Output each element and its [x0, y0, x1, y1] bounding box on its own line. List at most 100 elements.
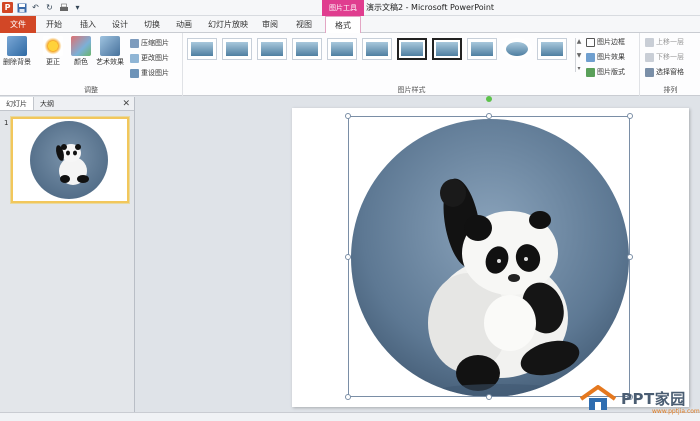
tab-slides[interactable]: 幻灯片 [0, 97, 34, 110]
resize-handle[interactable] [345, 113, 351, 119]
picture-layout-label: 图片版式 [597, 68, 625, 76]
artistic-effects-button[interactable]: 艺术效果 [94, 36, 126, 67]
artistic-effects-icon [100, 36, 120, 56]
tab-design[interactable]: 设计 [106, 16, 134, 33]
slide-thumbnail[interactable] [11, 117, 129, 203]
resize-handle[interactable] [627, 113, 633, 119]
picture-layout-button[interactable]: 图片版式 [586, 67, 625, 77]
compress-icon [130, 38, 139, 48]
style-thumb[interactable] [222, 38, 252, 60]
style-thumb[interactable] [397, 38, 427, 60]
adjust-group-label: 调整 [84, 86, 98, 94]
picture-styles-group-label: 图片样式 [397, 86, 426, 94]
resize-handle[interactable] [345, 394, 351, 400]
selection-pane-button[interactable]: 选择窗格 [645, 67, 684, 77]
close-icon[interactable]: ✕ [122, 97, 130, 111]
color-button[interactable]: 颜色 [66, 36, 96, 67]
bring-forward-button[interactable]: 上移一层 [645, 37, 684, 47]
undo-icon[interactable]: ↶ [30, 2, 41, 13]
selection-pane-icon [645, 67, 654, 77]
powerpoint-app-icon[interactable]: P [2, 2, 13, 13]
arrange-group: 上移一层 下移一层 选择窗格 排列 [641, 33, 700, 96]
style-thumb[interactable] [362, 38, 392, 60]
gallery-scroll[interactable]: ▲ ▼ ▾ [575, 38, 582, 72]
send-backward-button[interactable]: 下移一层 [645, 52, 684, 62]
style-thumb[interactable] [292, 38, 322, 60]
change-picture-button[interactable]: 更改图片 [130, 53, 169, 63]
tab-format[interactable]: 格式 [325, 16, 361, 34]
layout-icon [586, 67, 595, 77]
picture-effects-label: 图片效果 [597, 53, 625, 61]
picture-styles-gallery [187, 38, 567, 60]
pane-tabs: 幻灯片 大纲 ✕ [0, 97, 134, 111]
slide-thumbnail-picture [30, 121, 108, 199]
effects-icon [586, 52, 595, 62]
send-backward-label: 下移一层 [656, 53, 684, 61]
tab-view[interactable]: 视图 [290, 16, 318, 33]
house-logo-icon [579, 385, 617, 410]
print-icon[interactable] [58, 2, 69, 13]
slide-number: 1 [4, 119, 9, 127]
color-icon [71, 36, 91, 56]
tab-slideshow[interactable]: 幻灯片放映 [204, 16, 252, 33]
save-icon[interactable] [16, 2, 27, 13]
color-label: 颜色 [74, 58, 88, 66]
slides-pane: 幻灯片 大纲 ✕ 1 [0, 97, 135, 421]
resize-handle[interactable] [345, 254, 351, 260]
watermark-text: PPT家园 [621, 389, 686, 408]
style-thumb[interactable] [432, 38, 462, 60]
remove-background-label: 删除背景 [3, 58, 31, 66]
tab-file[interactable]: 文件 [0, 16, 36, 33]
picture-border-label: 图片边框 [597, 38, 625, 46]
style-thumb[interactable] [502, 38, 532, 60]
send-backward-icon [645, 52, 654, 62]
resize-handle[interactable] [486, 394, 492, 400]
gallery-down-icon[interactable]: ▼ [576, 52, 582, 59]
tab-review[interactable]: 审阅 [256, 16, 284, 33]
tab-animations[interactable]: 动画 [170, 16, 198, 33]
picture-styles-group: ▲ ▼ ▾ 图片边框 图片效果 图片版式 图片样式 [184, 33, 640, 96]
reset-picture-button[interactable]: 重设图片 [130, 68, 169, 78]
tab-home[interactable]: 开始 [40, 16, 68, 33]
change-picture-label: 更改图片 [141, 54, 169, 62]
customize-qat-icon[interactable]: ▾ [72, 2, 83, 13]
sun-icon [43, 36, 63, 56]
window-title: 演示文稿2 - Microsoft PowerPoint [366, 3, 495, 12]
redo-icon[interactable]: ↻ [44, 2, 55, 13]
picture-selection-frame[interactable] [348, 116, 630, 397]
corrections-button[interactable]: 更正 [38, 36, 68, 67]
adjust-group: 删除背景 更正 颜色 艺术效果 压缩图片 更改图片 重设图片 调整 [0, 33, 183, 96]
rotation-handle[interactable] [486, 96, 492, 102]
picture-tools-context-label: 图片工具 [322, 0, 364, 16]
corrections-label: 更正 [46, 58, 60, 66]
resize-handle[interactable] [627, 254, 633, 260]
remove-background-button[interactable]: 删除背景 [2, 36, 32, 67]
title-bar: P ↶ ↻ ▾ 图片工具 演示文稿2 - Microsoft PowerPoin… [0, 0, 700, 16]
resize-handle[interactable] [486, 113, 492, 119]
style-thumb[interactable] [327, 38, 357, 60]
arrange-group-label: 排列 [663, 86, 678, 94]
gallery-up-icon[interactable]: ▲ [576, 38, 582, 45]
picture-border-button[interactable]: 图片边框 [586, 37, 625, 47]
quick-access-toolbar: P ↶ ↻ ▾ [2, 2, 83, 13]
border-icon [586, 37, 595, 47]
style-thumb[interactable] [187, 38, 217, 60]
reset-picture-label: 重设图片 [141, 69, 169, 77]
style-thumb[interactable] [257, 38, 287, 60]
gallery-more-icon[interactable]: ▾ [576, 65, 582, 72]
tab-insert[interactable]: 插入 [74, 16, 102, 33]
bring-forward-label: 上移一层 [656, 38, 684, 46]
artistic-effects-label: 艺术效果 [96, 58, 124, 66]
style-thumb[interactable] [537, 38, 567, 60]
selection-pane-label: 选择窗格 [656, 68, 684, 76]
reset-picture-icon [130, 68, 139, 78]
picture-effects-button[interactable]: 图片效果 [586, 52, 625, 62]
slide-canvas[interactable] [292, 96, 689, 407]
style-thumb[interactable] [467, 38, 497, 60]
change-picture-icon [130, 53, 139, 63]
tab-transitions[interactable]: 切换 [138, 16, 166, 33]
bring-forward-icon [645, 37, 654, 47]
compress-label: 压缩图片 [141, 39, 169, 47]
tab-outline[interactable]: 大纲 [34, 97, 60, 110]
compress-pictures-button[interactable]: 压缩图片 [130, 38, 169, 48]
